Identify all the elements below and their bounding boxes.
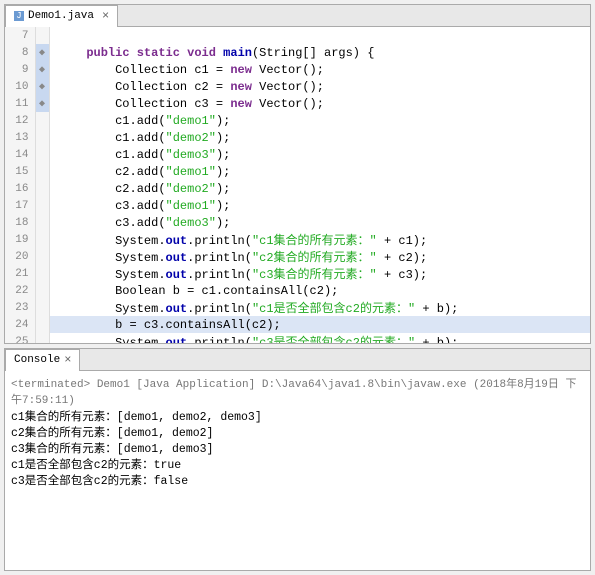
code-line: c2.add("demo1"); [49, 163, 590, 180]
console-output-line: c3是否全部包含c2的元素：false [11, 474, 584, 490]
code-line: c3.add("demo1"); [49, 197, 590, 214]
code-line: Collection c2 = new Vector(); [49, 78, 590, 95]
line-marker: ◆ [35, 95, 49, 112]
line-marker [35, 112, 49, 129]
line-marker: ◆ [35, 61, 49, 78]
line-marker [35, 333, 49, 343]
editor-tab-label: Demo1.java [28, 10, 94, 22]
line-number: 10 [5, 78, 35, 95]
java-file-icon: J [14, 11, 24, 21]
console-output-line: c2集合的所有元素：[demo1, demo2] [11, 426, 584, 442]
line-number: 23 [5, 299, 35, 316]
line-marker [35, 214, 49, 231]
console-output-line: c1集合的所有元素：[demo1, demo2, demo3] [11, 410, 584, 426]
code-line [49, 27, 590, 44]
code-line: System.out.println("c2集合的所有元素：" + c2); [49, 248, 590, 265]
code-line: public static void main(String[] args) { [49, 44, 590, 61]
line-number: 25 [5, 333, 35, 343]
console-tab-bar: Console × [5, 349, 590, 371]
line-marker [35, 163, 49, 180]
line-number: 17 [5, 197, 35, 214]
line-number: 22 [5, 282, 35, 299]
line-number: 18 [5, 214, 35, 231]
code-line: c3.add("demo3"); [49, 214, 590, 231]
code-line: c2.add("demo2"); [49, 180, 590, 197]
console-tab-label: Console [14, 354, 60, 366]
line-number: 21 [5, 265, 35, 282]
line-number: 8 [5, 44, 35, 61]
close-icon[interactable]: × [102, 9, 109, 23]
code-table: 78◆ public static void main(String[] arg… [5, 27, 590, 343]
line-marker [35, 180, 49, 197]
code-line: Collection c1 = new Vector(); [49, 61, 590, 78]
line-marker: ◆ [35, 44, 49, 61]
line-marker [35, 316, 49, 333]
line-marker [35, 265, 49, 282]
console-tab[interactable]: Console × [5, 349, 80, 371]
console-header: <terminated> Demo1 [Java Application] D:… [11, 375, 584, 407]
editor-tab-bar: J Demo1.java × [5, 5, 590, 27]
line-number: 19 [5, 231, 35, 248]
console-output-line: c1是否全部包含c2的元素：true [11, 458, 584, 474]
line-marker [35, 231, 49, 248]
line-marker: ◆ [35, 78, 49, 95]
line-number: 12 [5, 112, 35, 129]
line-marker [35, 129, 49, 146]
line-marker [35, 27, 49, 44]
editor-tab[interactable]: J Demo1.java × [5, 5, 118, 27]
line-marker [35, 248, 49, 265]
console-close-icon[interactable]: × [64, 353, 71, 367]
console-output-line: c3集合的所有元素：[demo1, demo3] [11, 442, 584, 458]
line-number: 9 [5, 61, 35, 78]
line-number: 20 [5, 248, 35, 265]
editor-panel: J Demo1.java × 78◆ public static void ma… [4, 4, 591, 344]
line-number: 15 [5, 163, 35, 180]
code-line: System.out.println("c3集合的所有元素：" + c3); [49, 265, 590, 282]
line-marker [35, 299, 49, 316]
line-number: 24 [5, 316, 35, 333]
line-marker [35, 197, 49, 214]
code-line: c1.add("demo2"); [49, 129, 590, 146]
code-line: b = c3.containsAll(c2); [49, 316, 590, 333]
line-number: 14 [5, 146, 35, 163]
console-panel: Console × <terminated> Demo1 [Java Appli… [4, 348, 591, 571]
code-line: System.out.println("c1是否全部包含c2的元素：" + b)… [49, 299, 590, 316]
code-line: c1.add("demo1"); [49, 112, 590, 129]
code-area[interactable]: 78◆ public static void main(String[] arg… [5, 27, 590, 343]
line-marker [35, 282, 49, 299]
console-output: <terminated> Demo1 [Java Application] D:… [5, 371, 590, 570]
line-number: 16 [5, 180, 35, 197]
code-line: c1.add("demo3"); [49, 146, 590, 163]
code-line: Boolean b = c1.containsAll(c2); [49, 282, 590, 299]
console-lines: c1集合的所有元素：[demo1, demo2, demo3]c2集合的所有元素… [11, 410, 584, 490]
line-number: 13 [5, 129, 35, 146]
code-line: Collection c3 = new Vector(); [49, 95, 590, 112]
line-number: 11 [5, 95, 35, 112]
line-number: 7 [5, 27, 35, 44]
code-line: System.out.println("c1集合的所有元素：" + c1); [49, 231, 590, 248]
line-marker [35, 146, 49, 163]
code-line: System.out.println("c3是否全部包含c2的元素：" + b)… [49, 333, 590, 343]
